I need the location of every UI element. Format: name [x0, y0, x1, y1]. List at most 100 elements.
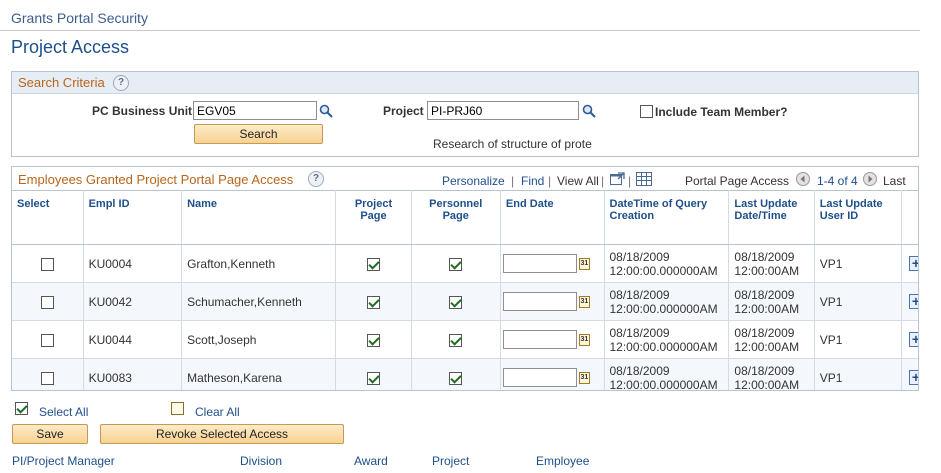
last-update-datetime-cell: 08/18/2009 12:00:00AM	[728, 320, 815, 359]
footer-link-pi-project-manager[interactable]: PI/Project Manager	[12, 454, 115, 468]
portal-page-access-label: Portal Page Access	[685, 174, 790, 188]
add-cell: +	[901, 358, 918, 390]
project-page-checkbox[interactable]	[366, 295, 380, 309]
row-select-checkbox[interactable]	[40, 295, 54, 309]
end-date-input[interactable]	[502, 292, 577, 311]
new-window-icon[interactable]	[610, 172, 625, 186]
include-team-checkbox[interactable]	[640, 105, 653, 118]
clear-all-link[interactable]: Clear All	[195, 405, 240, 419]
business-unit-lookup-icon[interactable]	[319, 104, 333, 118]
end-date-input[interactable]	[502, 254, 577, 273]
add-row-icon[interactable]: +	[908, 294, 918, 309]
project-input[interactable]	[427, 101, 579, 120]
clear-all-checkbox[interactable]	[171, 402, 184, 415]
end-date-cell: 31	[500, 244, 605, 283]
table-row: KU0044 Scott,Joseph 31 08/18/2009 12:00:0…	[12, 320, 918, 359]
select-cell	[12, 358, 84, 390]
personnel-page-cell	[411, 358, 501, 390]
row-range: 1-4 of 4	[817, 174, 858, 188]
row-select-checkbox[interactable]	[40, 333, 54, 347]
nav-separator: |	[628, 174, 632, 188]
revoke-selected-access-button[interactable]: Revoke Selected Access	[100, 424, 344, 444]
project-page-cell	[335, 358, 412, 390]
last-update-datetime-cell: 08/18/2009 12:00:00AM	[728, 244, 815, 283]
footer-link-award[interactable]: Award	[354, 454, 388, 468]
last-update-user-cell: VP1	[814, 358, 903, 390]
view-all-link[interactable]: View All	[557, 174, 599, 188]
portal-title: Grants Portal Security	[11, 10, 148, 26]
last-update-datetime-cell: 08/18/2009 12:00:00AM	[728, 358, 815, 390]
column-header-last-update-user: Last Update User ID	[814, 190, 903, 245]
personnel-page-cell	[411, 282, 501, 321]
select-cell	[12, 320, 84, 359]
personalize-link[interactable]: Personalize	[442, 174, 505, 188]
project-label: Project	[383, 104, 424, 118]
search-button[interactable]: Search	[194, 124, 323, 144]
previous-page-icon[interactable]	[796, 172, 810, 186]
search-criteria-box: Search Criteria ? PC Business Unit Proje…	[11, 71, 919, 157]
query-datetime-cell: 08/18/2009 12:00:00.000000AM	[604, 244, 730, 283]
row-select-checkbox[interactable]	[40, 257, 54, 271]
footer-link-employee[interactable]: Employee	[536, 454, 589, 468]
business-unit-input[interactable]	[193, 101, 317, 120]
add-row-icon[interactable]: +	[908, 370, 918, 385]
column-header-empl-id: Empl ID	[83, 190, 183, 245]
project-lookup-icon[interactable]	[582, 104, 596, 118]
calendar-icon[interactable]: 31	[578, 295, 590, 308]
footer-link-project[interactable]: Project	[432, 454, 469, 468]
table-row: KU0042 Schumacher,Kenneth 31 08/18/2009 1…	[12, 282, 918, 321]
add-row-icon[interactable]: +	[908, 332, 918, 347]
column-header-select: Select	[12, 190, 84, 245]
employees-table: Select Empl ID Name Project Page Personn…	[12, 190, 918, 390]
page-title: Project Access	[11, 37, 130, 57]
find-link[interactable]: Find	[521, 174, 544, 188]
column-header-add	[901, 190, 918, 245]
employees-grid-title: Employees Granted Project Portal Page Ac…	[18, 172, 294, 187]
add-cell: +	[901, 320, 918, 359]
end-date-input[interactable]	[502, 330, 577, 349]
project-page-checkbox[interactable]	[366, 371, 380, 385]
personnel-page-checkbox[interactable]	[449, 371, 463, 385]
help-icon[interactable]: ?	[308, 171, 324, 187]
select-cell	[12, 282, 84, 321]
search-criteria-header: Search Criteria ?	[12, 72, 918, 94]
nav-separator: |	[601, 174, 605, 188]
project-description: Research of structure of prote	[433, 137, 592, 151]
empl-id-cell: KU0044	[83, 320, 183, 359]
personnel-page-cell	[411, 244, 501, 283]
end-date-cell: 31	[500, 358, 605, 390]
table-header-row: Select Empl ID Name Project Page Personn…	[12, 190, 918, 245]
calendar-icon[interactable]: 31	[578, 371, 590, 384]
add-row-icon[interactable]: +	[908, 256, 918, 271]
last-link[interactable]: Last	[883, 174, 906, 188]
project-page-checkbox[interactable]	[366, 333, 380, 347]
end-date-input[interactable]	[502, 368, 577, 387]
row-select-checkbox[interactable]	[40, 371, 54, 385]
name-cell: Schumacher,Kenneth	[181, 282, 337, 321]
next-page-icon[interactable]	[863, 172, 877, 186]
query-datetime-cell: 08/18/2009 12:00:00.000000AM	[604, 282, 730, 321]
download-grid-icon[interactable]	[636, 172, 652, 186]
calendar-icon[interactable]: 31	[578, 257, 590, 270]
end-date-cell: 31	[500, 282, 605, 321]
personnel-page-checkbox[interactable]	[449, 257, 463, 271]
personnel-page-checkbox[interactable]	[449, 333, 463, 347]
search-criteria-title: Search Criteria	[18, 75, 105, 90]
table-row: KU0004 Grafton,Kenneth 31 08/18/2009 12:0…	[12, 244, 918, 283]
last-update-user-cell: VP1	[814, 282, 903, 321]
project-page-cell	[335, 320, 412, 359]
save-button[interactable]: Save	[12, 424, 88, 444]
column-header-end-date: End Date	[500, 190, 605, 245]
add-cell: +	[901, 282, 918, 321]
name-cell: Matheson,Karena	[181, 358, 337, 390]
table-row: KU0083 Matheson,Karena 31 08/18/2009 12:0…	[12, 358, 918, 390]
footer-link-division[interactable]: Division	[240, 454, 282, 468]
project-page-checkbox[interactable]	[366, 257, 380, 271]
personnel-page-checkbox[interactable]	[449, 295, 463, 309]
select-all-link[interactable]: Select All	[39, 405, 88, 419]
add-cell: +	[901, 244, 918, 283]
column-header-project-page: Project Page	[335, 190, 412, 245]
help-icon[interactable]: ?	[113, 75, 129, 91]
select-all-checkbox[interactable]	[15, 402, 28, 415]
calendar-icon[interactable]: 31	[578, 333, 590, 346]
